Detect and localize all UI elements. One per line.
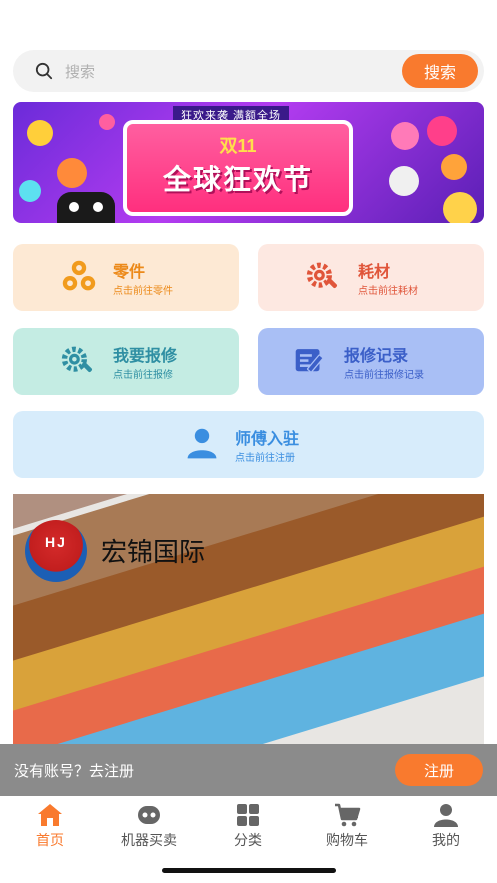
brand-logo: HJ [25, 520, 87, 582]
card-subtitle: 点击前往报修 [113, 370, 173, 381]
promo-image[interactable]: HJ 宏锦国际 [13, 494, 484, 744]
banner-title-1: 双11 [219, 136, 257, 156]
tab-cart[interactable]: 购物车 [302, 802, 392, 850]
home-icon [38, 804, 62, 826]
search-icon [35, 62, 53, 80]
register-button[interactable]: 注册 [395, 754, 483, 786]
decor-ball [441, 154, 467, 180]
user-icon [187, 428, 217, 459]
repair-record-icon [295, 349, 324, 373]
card-master-join[interactable]: 师傅入驻 点击前往注册 [13, 411, 484, 478]
register-prompt[interactable]: 没有账号？去注册 [14, 760, 134, 781]
banner-frame: 双11 全球狂欢节 [123, 120, 353, 216]
card-consumables[interactable]: 耗材 点击前往耗材 [258, 244, 484, 311]
card-parts[interactable]: 零件 点击前往零件 [13, 244, 239, 311]
card-subtitle: 点击前往零件 [113, 286, 173, 297]
decor-ball [57, 158, 87, 188]
tab-label: 分类 [234, 832, 262, 848]
register-bar: 没有账号？去注册 注册 [0, 744, 497, 796]
promo-banner[interactable]: 狂欢来袭 满额全场 双11 全球狂欢节 [13, 102, 484, 223]
decor-ball [443, 192, 477, 223]
card-subtitle: 点击前往注册 [235, 453, 295, 464]
brand-logo-text: HJ [45, 534, 67, 550]
card-title: 零件 [113, 264, 146, 281]
decor-ball [391, 122, 419, 150]
card-title: 报修记录 [344, 348, 409, 365]
machine-icon [138, 806, 160, 824]
tab-label: 购物车 [326, 832, 368, 848]
tab-label: 机器买卖 [121, 832, 177, 848]
home-indicator [162, 868, 336, 873]
parts-icon [62, 260, 96, 291]
card-subtitle: 点击前往报修记录 [344, 370, 424, 381]
card-title: 师傅入驻 [235, 431, 300, 448]
card-subtitle: 点击前往耗材 [358, 286, 418, 297]
tab-mine[interactable]: 我的 [401, 802, 491, 850]
tab-label: 首页 [36, 832, 64, 848]
decor-ball [389, 166, 419, 196]
consumables-gear-icon [306, 262, 337, 289]
card-repair-record[interactable]: 报修记录 点击前往报修记录 [258, 328, 484, 395]
search-input[interactable]: 搜索 [65, 61, 95, 82]
tab-home[interactable]: 首页 [5, 802, 95, 850]
tab-label: 我的 [432, 832, 460, 848]
card-title: 我要报修 [113, 348, 178, 365]
decor-ball [427, 116, 457, 146]
card-title: 耗材 [358, 264, 391, 281]
decor-ball [99, 114, 115, 130]
cart-icon [335, 803, 361, 827]
profile-icon [434, 804, 458, 827]
tab-machine-trade[interactable]: 机器买卖 [104, 802, 194, 850]
repair-gear-icon [61, 346, 92, 373]
search-button[interactable]: 搜索 [402, 54, 478, 88]
search-bar[interactable]: 搜索 搜索 [13, 50, 484, 92]
card-repair[interactable]: 我要报修 点击前往报修 [13, 328, 239, 395]
banner-title-2: 全球狂欢节 [162, 164, 313, 195]
grid-icon [237, 804, 259, 826]
decor-ball [19, 180, 41, 202]
tab-category[interactable]: 分类 [203, 802, 293, 850]
brand-name: 宏锦国际 [101, 537, 206, 567]
decor-ball [27, 120, 53, 146]
cat-mascot-icon [57, 192, 115, 223]
